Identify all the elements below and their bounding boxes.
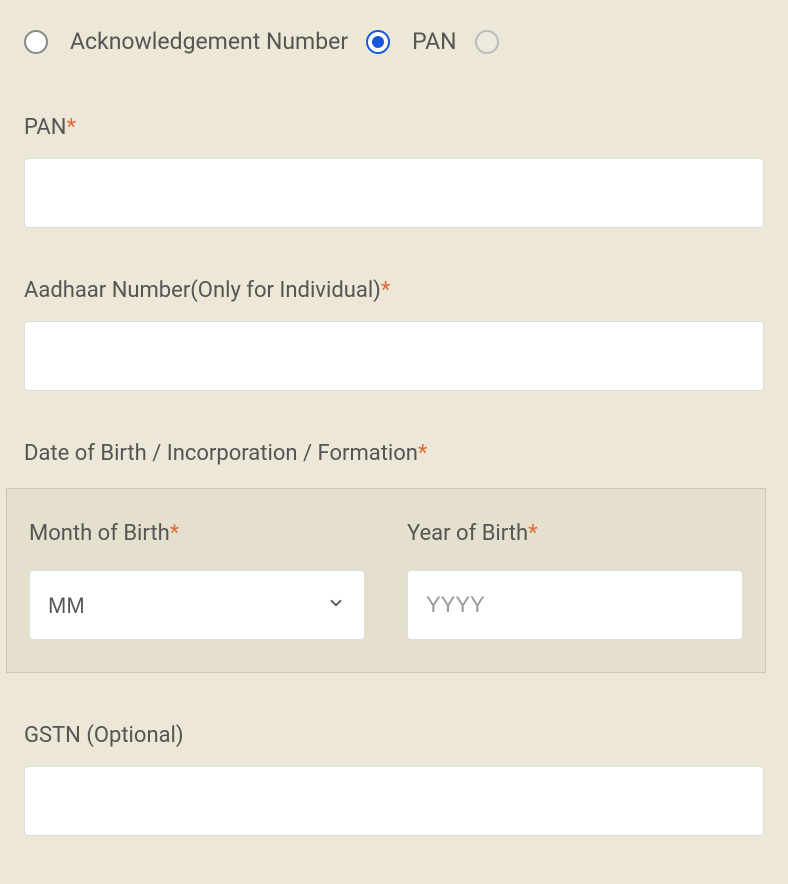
dob-section: Date of Birth / Incorporation / Formatio…: [24, 441, 764, 673]
pan-field-group: PAN*: [24, 115, 764, 228]
radio-acknowledgement[interactable]: Acknowledgement Number: [24, 28, 348, 55]
pan-label-text: PAN: [24, 115, 66, 140]
year-input[interactable]: [407, 570, 743, 640]
dob-section-label-text: Date of Birth / Incorporation / Formatio…: [24, 441, 418, 466]
aadhaar-label-text: Aadhaar Number(Only for Individual): [24, 278, 381, 303]
required-asterisk: *: [528, 521, 537, 546]
search-type-radio-group: Acknowledgement Number PAN: [24, 28, 764, 55]
month-label: Month of Birth*: [29, 521, 365, 546]
dob-section-label: Date of Birth / Incorporation / Formatio…: [24, 441, 764, 466]
pan-label: PAN*: [24, 115, 764, 140]
required-asterisk: *: [66, 115, 75, 140]
pan-input[interactable]: [24, 158, 764, 228]
radio-pan[interactable]: PAN: [366, 28, 456, 55]
aadhaar-field-group: Aadhaar Number(Only for Individual)*: [24, 278, 764, 391]
aadhaar-input[interactable]: [24, 321, 764, 391]
month-select[interactable]: MM: [29, 570, 365, 640]
dob-container: Month of Birth* MM Year of Birth*: [6, 488, 766, 673]
radio-label-pan: PAN: [412, 28, 456, 55]
gstn-field-group: GSTN (Optional): [24, 723, 764, 836]
radio-circle-icon: [24, 30, 48, 54]
aadhaar-label: Aadhaar Number(Only for Individual)*: [24, 278, 764, 303]
month-select-wrap: MM: [29, 570, 365, 640]
radio-circle-disabled-icon: [475, 30, 499, 54]
month-col: Month of Birth* MM: [29, 521, 365, 640]
gstn-input[interactable]: [24, 766, 764, 836]
radio-third[interactable]: [475, 30, 499, 54]
year-label: Year of Birth*: [407, 521, 743, 546]
required-asterisk: *: [170, 521, 179, 546]
year-col: Year of Birth*: [407, 521, 743, 640]
required-asterisk: *: [418, 441, 427, 466]
month-label-text: Month of Birth: [29, 521, 170, 546]
year-label-text: Year of Birth: [407, 521, 528, 546]
gstn-label: GSTN (Optional): [24, 723, 764, 748]
radio-circle-selected-icon: [366, 30, 390, 54]
radio-label-ack: Acknowledgement Number: [70, 28, 348, 55]
required-asterisk: *: [381, 278, 390, 303]
gstn-label-text: GSTN (Optional): [24, 723, 184, 748]
